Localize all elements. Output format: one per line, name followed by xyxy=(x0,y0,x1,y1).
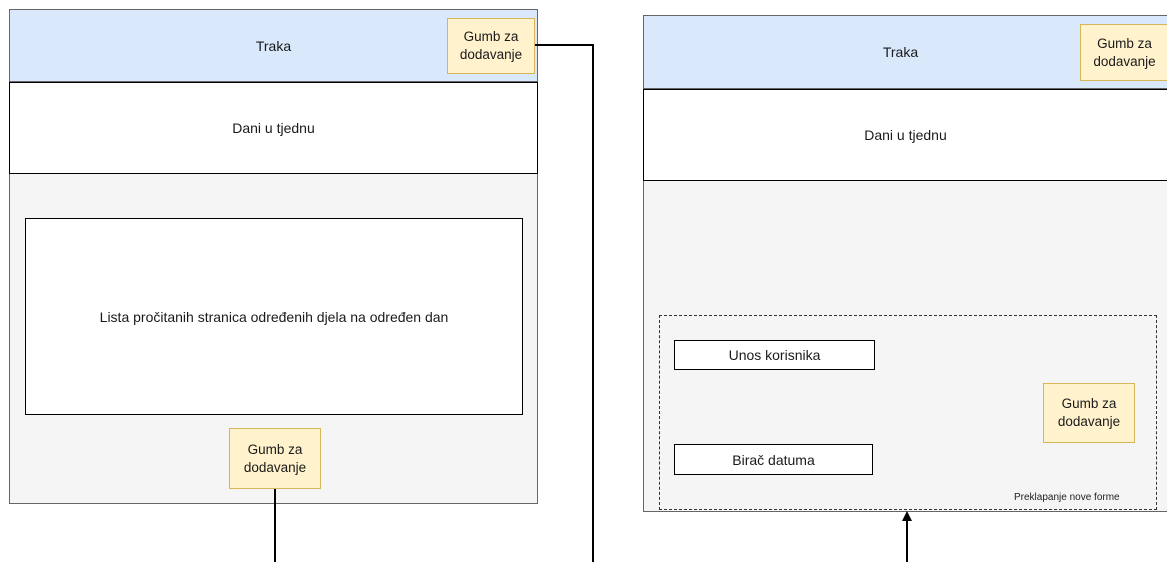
left-days-label: Dani u tjednu xyxy=(232,120,315,136)
left-top-add-button[interactable]: Gumb za dodavanje xyxy=(447,18,535,74)
right-top-add-button[interactable]: Gumb za dodavanje xyxy=(1080,24,1167,81)
overlay-caption: Preklapanje nove forme xyxy=(1014,492,1120,503)
overlay-arrow-shaft xyxy=(906,520,908,562)
left-top-add-button-label: Gumb za dodavanje xyxy=(459,29,523,62)
right-days-label: Dani u tjednu xyxy=(864,127,947,143)
overlay-add-button-label: Gumb za dodavanje xyxy=(1057,396,1121,429)
overlay-add-button[interactable]: Gumb za dodavanje xyxy=(1043,383,1135,443)
connector-line-top-button-vertical xyxy=(592,44,594,562)
left-reading-list-label: Lista pročitanih stranica određenih djel… xyxy=(99,308,449,325)
right-top-add-button-label: Gumb za dodavanje xyxy=(1093,35,1156,69)
user-input-field[interactable]: Unos korisnika xyxy=(674,340,875,370)
date-picker-field[interactable]: Birač datuma xyxy=(674,444,873,475)
user-input-label: Unos korisnika xyxy=(728,347,821,363)
connector-line-top-button-horizontal xyxy=(535,44,593,46)
overlay-arrow-head xyxy=(901,511,912,521)
right-bar-label: Traka xyxy=(882,44,919,60)
right-days-of-week: Dani u tjednu xyxy=(643,89,1167,181)
left-reading-list: Lista pročitanih stranica određenih djel… xyxy=(25,218,523,415)
date-picker-label: Birač datuma xyxy=(732,451,815,468)
left-bottom-add-button[interactable]: Gumb za dodavanje xyxy=(229,428,321,489)
left-days-of-week: Dani u tjednu xyxy=(9,82,538,174)
left-bar-label: Traka xyxy=(255,37,292,54)
connector-line-bottom-button xyxy=(274,489,276,562)
left-bottom-add-button-label: Gumb za dodavanje xyxy=(243,441,307,475)
